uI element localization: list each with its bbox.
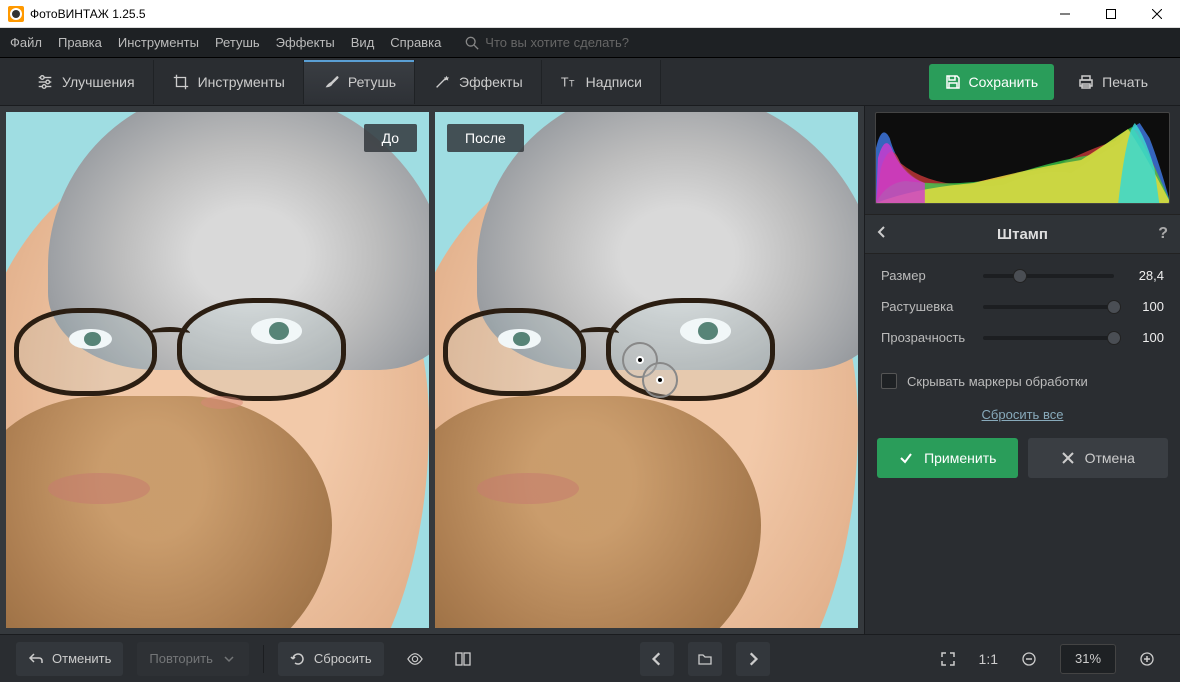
tool-title: Штамп xyxy=(997,226,1048,243)
chevron-right-icon xyxy=(745,651,761,667)
window-minimize-button[interactable] xyxy=(1042,0,1088,28)
close-icon xyxy=(1061,451,1075,465)
refresh-icon xyxy=(290,651,306,667)
split-view-toggle[interactable] xyxy=(446,642,480,676)
tab-tools[interactable]: Инструменты xyxy=(154,60,304,104)
preview-toggle[interactable] xyxy=(398,642,432,676)
print-button-label: Печать xyxy=(1102,74,1148,90)
save-button[interactable]: Сохранить xyxy=(929,64,1055,100)
tab-effects-label: Эффекты xyxy=(459,74,523,90)
tab-retouch-label: Ретушь xyxy=(348,74,396,90)
undo-icon xyxy=(28,651,44,667)
slider-feather-value: 100 xyxy=(1124,299,1164,314)
undo-button[interactable]: Отменить xyxy=(16,642,123,676)
apply-button-label: Применить xyxy=(924,450,996,466)
tab-enhance-label: Улучшения xyxy=(62,74,135,90)
reset-link[interactable]: Сбросить все xyxy=(865,403,1180,438)
svg-text:T: T xyxy=(569,78,575,88)
histogram[interactable] xyxy=(875,112,1170,204)
plus-icon xyxy=(1139,651,1155,667)
slider-size[interactable]: Размер 28,4 xyxy=(881,268,1164,283)
sliders-icon xyxy=(36,73,54,91)
slider-size-label: Размер xyxy=(881,268,973,283)
search-icon xyxy=(465,36,479,50)
compare-icon xyxy=(455,651,471,667)
reset-label: Сбросить xyxy=(314,651,372,666)
check-icon xyxy=(898,450,914,466)
checkbox-icon xyxy=(881,373,897,389)
image-after[interactable]: После xyxy=(435,112,858,628)
back-button[interactable] xyxy=(875,225,889,243)
zoom-actual-button[interactable]: 1:1 xyxy=(979,651,998,667)
menu-retouch[interactable]: Ретушь xyxy=(215,35,260,50)
eye-icon xyxy=(407,651,423,667)
save-icon xyxy=(945,74,961,90)
tab-retouch[interactable]: Ретушь xyxy=(304,60,415,104)
before-label: До xyxy=(364,124,417,152)
chevron-left-icon xyxy=(649,651,665,667)
image-before[interactable]: До xyxy=(6,112,429,628)
apply-button[interactable]: Применить xyxy=(877,438,1018,478)
app-icon xyxy=(8,6,24,22)
hide-markers-checkbox[interactable]: Скрывать маркеры обработки xyxy=(865,369,1180,403)
titlebar: ФотоВИНТАЖ 1.25.5 xyxy=(0,0,1180,28)
cancel-button-label: Отмена xyxy=(1085,450,1135,466)
save-button-label: Сохранить xyxy=(969,74,1039,90)
chevron-down-icon xyxy=(221,651,237,667)
undo-label: Отменить xyxy=(52,651,111,666)
zoom-in-button[interactable] xyxy=(1130,642,1164,676)
tool-panel-header: Штамп ? xyxy=(865,214,1180,254)
folder-icon xyxy=(697,651,713,667)
fit-icon xyxy=(940,651,956,667)
crop-icon xyxy=(172,73,190,91)
tab-tools-label: Инструменты xyxy=(198,74,285,90)
menu-effects[interactable]: Эффекты xyxy=(276,35,335,50)
tab-text[interactable]: TT Надписи xyxy=(542,60,661,104)
slider-opacity[interactable]: Прозрачность 100 xyxy=(881,330,1164,345)
zoom-out-button[interactable] xyxy=(1012,642,1046,676)
redo-label: Повторить xyxy=(149,651,212,666)
menu-view[interactable]: Вид xyxy=(351,35,375,50)
reset-button[interactable]: Сбросить xyxy=(278,642,384,676)
tab-effects[interactable]: Эффекты xyxy=(415,60,542,104)
print-button[interactable]: Печать xyxy=(1064,64,1162,100)
window-maximize-button[interactable] xyxy=(1088,0,1134,28)
window-close-button[interactable] xyxy=(1134,0,1180,28)
wand-icon xyxy=(433,73,451,91)
brush-icon xyxy=(322,73,340,91)
zoom-value[interactable]: 31% xyxy=(1060,644,1116,674)
help-button[interactable]: ? xyxy=(1158,225,1168,243)
menubar: Файл Правка Инструменты Ретушь Эффекты В… xyxy=(0,28,1180,58)
main-toolbar: Улучшения Инструменты Ретушь Эффекты TT … xyxy=(0,58,1180,106)
redo-button[interactable]: Повторить xyxy=(137,642,248,676)
after-label: После xyxy=(447,124,524,152)
nav-prev-button[interactable] xyxy=(640,642,674,676)
slider-feather[interactable]: Растушевка 100 xyxy=(881,299,1164,314)
search-input[interactable]: Что вы хотите сделать? xyxy=(485,35,629,50)
hide-markers-label: Скрывать маркеры обработки xyxy=(907,374,1088,389)
minus-icon xyxy=(1021,651,1037,667)
menu-edit[interactable]: Правка xyxy=(58,35,102,50)
nav-next-button[interactable] xyxy=(736,642,770,676)
cancel-button[interactable]: Отмена xyxy=(1028,438,1169,478)
print-icon xyxy=(1078,74,1094,90)
tab-text-label: Надписи xyxy=(586,74,642,90)
menu-file[interactable]: Файл xyxy=(10,35,42,50)
app-title: ФотоВИНТАЖ 1.25.5 xyxy=(30,7,146,21)
slider-opacity-label: Прозрачность xyxy=(881,330,973,345)
slider-feather-label: Растушевка xyxy=(881,299,973,314)
fit-screen-button[interactable] xyxy=(931,642,965,676)
menu-help[interactable]: Справка xyxy=(390,35,441,50)
side-panel: Штамп ? Размер 28,4 Растушевка 100 Прозр… xyxy=(864,106,1180,634)
open-folder-button[interactable] xyxy=(688,642,722,676)
svg-text:T: T xyxy=(561,75,569,89)
tab-enhance[interactable]: Улучшения xyxy=(18,60,154,104)
slider-size-value: 28,4 xyxy=(1124,268,1164,283)
bottom-bar: Отменить Повторить Сбросить 1:1 31% xyxy=(0,634,1180,682)
slider-opacity-value: 100 xyxy=(1124,330,1164,345)
text-icon: TT xyxy=(560,73,578,91)
canvas-area: До После xyxy=(0,106,864,634)
menu-tools[interactable]: Инструменты xyxy=(118,35,199,50)
